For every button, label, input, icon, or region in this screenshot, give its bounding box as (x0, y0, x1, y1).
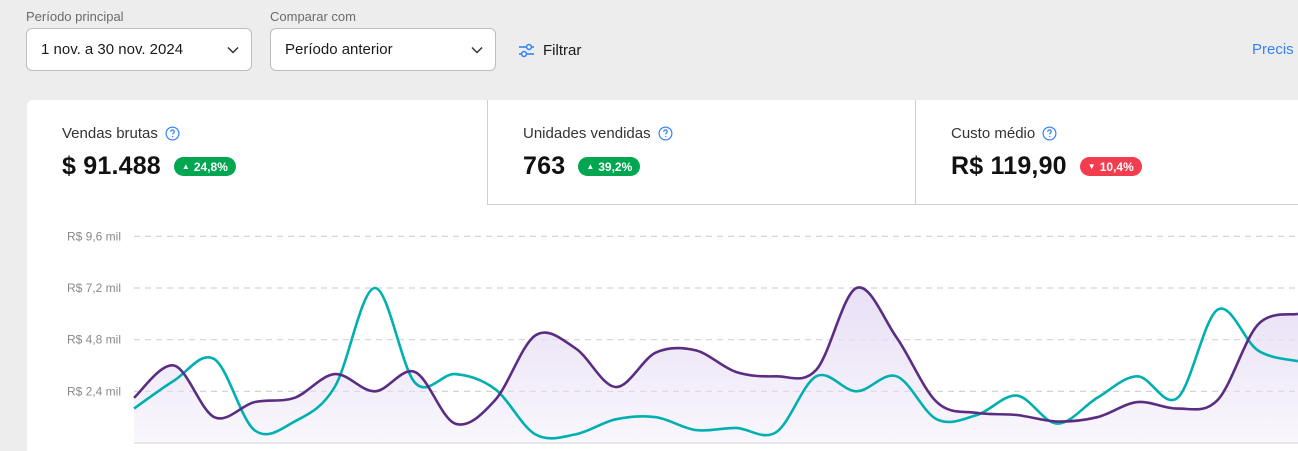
tab-gross-sales[interactable]: Vendas brutas $ 91.488 ▲ 24,8% (27, 100, 487, 205)
help-link[interactable]: Precis (1252, 41, 1294, 58)
metric-value: $ 91.488 (62, 152, 161, 180)
tab-average-cost[interactable]: Custo médio R$ 119,90 ▼ 10,4% (915, 100, 1298, 205)
metric-title: Custo médio (951, 125, 1036, 142)
change-value: 24,8% (193, 159, 228, 174)
change-badge: ▲ 24,8% (173, 157, 236, 176)
arrow-up-icon: ▲ (586, 162, 595, 171)
arrow-down-icon: ▼ (1087, 162, 1096, 171)
metric-title: Vendas brutas (62, 125, 158, 142)
metric-value: 763 (523, 152, 566, 180)
filter-button[interactable]: Filtrar (518, 38, 581, 62)
change-value: 10,4% (1099, 159, 1134, 174)
main-period-label: Período principal (26, 9, 124, 24)
chevron-down-icon (471, 46, 483, 54)
change-badge: ▲ 39,2% (578, 157, 641, 176)
compare-select[interactable]: Período anterior (270, 28, 496, 71)
sliders-icon (519, 43, 534, 57)
help-circle-icon[interactable] (658, 126, 673, 141)
sales-panel: Vendas brutas $ 91.488 ▲ 24,8% Unidades … (27, 100, 1298, 451)
help-circle-icon[interactable] (1042, 126, 1057, 141)
compare-label: Comparar com (270, 9, 356, 24)
change-value: 39,2% (598, 159, 633, 174)
compare-value: Período anterior (285, 41, 393, 58)
change-badge: ▼ 10,4% (1079, 157, 1142, 176)
help-circle-icon[interactable] (165, 126, 180, 141)
filter-label: Filtrar (543, 41, 582, 59)
metric-value: R$ 119,90 (951, 152, 1067, 180)
main-period-value: 1 nov. a 30 nov. 2024 (41, 41, 184, 58)
chevron-down-icon (227, 46, 239, 54)
metric-title: Unidades vendidas (523, 125, 651, 142)
arrow-up-icon: ▲ (181, 162, 190, 171)
tab-units-sold[interactable]: Unidades vendidas 763 ▲ 39,2% (487, 100, 916, 205)
main-period-select[interactable]: 1 nov. a 30 nov. 2024 (26, 28, 252, 71)
